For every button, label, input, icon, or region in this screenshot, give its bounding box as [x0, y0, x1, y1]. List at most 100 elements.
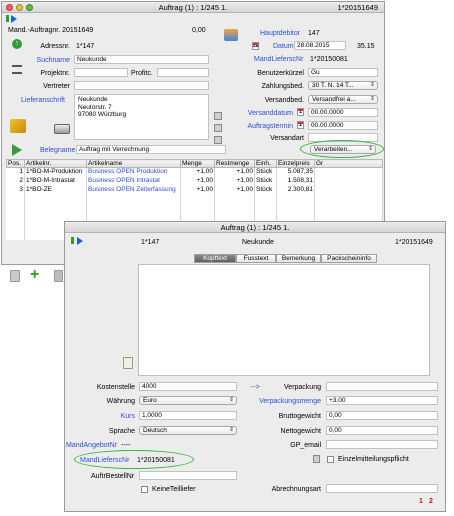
sprache-select[interactable]: Deutsch ⇕ [139, 426, 237, 435]
contact-card-icon[interactable] [224, 29, 238, 41]
tab-kopftext[interactable]: Kopftext [194, 254, 236, 263]
sprache-value: Deutsch [143, 427, 167, 434]
hauptdebitor-label[interactable]: Hauptdebitor [260, 29, 300, 38]
pencil-icon[interactable] [214, 112, 222, 120]
bruttogewicht-input[interactable]: 0,00 [326, 411, 438, 420]
lieferanschrift-label[interactable]: Lieferanschrift [21, 96, 65, 105]
zahlungsbed-value: 30 T. N. 14 T... [312, 82, 354, 89]
column-header[interactable]: Einzelpreis [276, 159, 315, 168]
close-window-button[interactable] [6, 4, 13, 11]
play-icon[interactable] [77, 237, 83, 245]
pencil-icon[interactable] [214, 124, 222, 132]
calendar-icon[interactable]: 28 [252, 42, 259, 50]
add-icon[interactable]: + [30, 267, 39, 283]
cell-einzelpreis: 5.087,35 [276, 167, 315, 177]
address-box[interactable]: Neukunde Neutorstr. 7 97080 Würzburg [74, 94, 209, 140]
verpackungsmenge-input[interactable]: +3,00 [326, 396, 438, 405]
verpackung-input[interactable] [326, 382, 438, 391]
adressnr-value: 1*147 [76, 43, 95, 50]
cell-gr [314, 185, 383, 195]
customer-nr: 1*147 [141, 239, 160, 246]
nettogewicht-label: Nettogewicht [280, 428, 321, 435]
cell-gr [314, 167, 383, 177]
table-row[interactable] [6, 194, 383, 204]
adressnr-label: Adressnr. [40, 43, 70, 50]
einzelmitteilung-label: Einzelmitteilungspflicht [338, 456, 409, 463]
play-icon[interactable] [11, 15, 17, 23]
belegname-input[interactable]: Auftrag mit Verrechnung [76, 145, 226, 154]
minimize-window-button[interactable] [16, 4, 23, 11]
table-row[interactable]: 2 1*BO-M-Intrastat Business OPEN Intrast… [6, 176, 383, 186]
keineteillief-checkbox[interactable] [141, 486, 148, 493]
cell-einzelpreis: 1.508,31 [276, 176, 315, 186]
green-bar-icon[interactable] [71, 237, 74, 244]
chevron-updown-icon: ⇕ [369, 82, 375, 88]
column-header[interactable]: Gr [314, 159, 383, 168]
info-icon[interactable]: ↑ [12, 39, 22, 49]
kostenstelle-label: Kostenstelle [96, 384, 135, 391]
cell-einzelpreis: 2.300,81 [276, 185, 315, 195]
notepad-icon[interactable] [123, 357, 133, 369]
list-icon[interactable] [12, 65, 22, 74]
zoom-window-button[interactable] [26, 4, 33, 11]
auftrbestellnr-input[interactable] [139, 471, 237, 480]
cell-artikelname: Business OPEN Intrastat [86, 176, 181, 186]
column-header[interactable]: Artikelname [86, 159, 181, 168]
verpackungsmenge-label: Verpackungsmenge [259, 398, 321, 405]
gp-email-input[interactable] [326, 440, 438, 449]
kurs-input[interactable]: 1,0000 [139, 411, 237, 420]
einzelmitteilung-checkbox[interactable] [327, 456, 334, 463]
text-editor-area[interactable] [138, 264, 430, 376]
zahlungsbed-select[interactable]: 30 T. N. 14 T... ⇕ [308, 81, 378, 90]
calendar-icon[interactable]: 1 [297, 108, 304, 116]
sprache-label: Sprache [108, 428, 135, 435]
column-header[interactable]: Pos. [6, 159, 25, 168]
pencil-icon[interactable] [214, 136, 222, 144]
column-header[interactable]: Artikelnr. [24, 159, 87, 168]
green-bar-icon[interactable] [6, 15, 9, 22]
suchname-input[interactable]: Neukunde [74, 55, 209, 64]
edit-pencil-icon[interactable] [313, 455, 320, 463]
tab-fusstext[interactable]: Fusstext [236, 254, 276, 263]
cell-restmenge: +1,00 [214, 167, 255, 177]
vertreter-input[interactable] [74, 81, 209, 90]
table-row[interactable]: 1 1*BO-M-Produktion Business OPEN Produk… [6, 167, 383, 177]
arrow-right-icon[interactable] [12, 144, 22, 156]
page-2-link[interactable]: 2 [429, 497, 433, 506]
edit-icon[interactable] [54, 270, 63, 282]
tools-icon[interactable] [10, 119, 26, 133]
cell-pos: 1 [6, 167, 25, 177]
versanddatum-input[interactable]: 00.00.0000 [308, 108, 378, 117]
abrechnungsart-label: Abrechnungsart [271, 486, 321, 493]
kostenstelle-input[interactable]: 4000 [139, 382, 237, 391]
versandbed-select[interactable]: Versandfrei a... ⇕ [308, 95, 378, 104]
calendar-icon[interactable]: 1 [297, 121, 304, 129]
tab-packscheininfo[interactable]: Packscheininfo [321, 254, 377, 263]
column-header[interactable]: Menge [180, 159, 215, 168]
column-header[interactable]: Restmenge [214, 159, 255, 168]
arrow-link[interactable]: --> [251, 383, 260, 392]
column-header[interactable]: Einh. [254, 159, 277, 168]
auftragstermin-input[interactable]: 00.00.0000 [308, 121, 378, 130]
nettogewicht-input[interactable]: 0,00 [326, 426, 438, 435]
abrechnungsart-input[interactable] [326, 484, 438, 493]
mand-auftragnr: Mand.-Auftragnr. 20151649 [8, 27, 94, 34]
mandangebotnr-label[interactable]: MandAngebotNr [66, 441, 117, 450]
table-row[interactable] [6, 203, 383, 213]
trash-icon[interactable] [10, 270, 20, 282]
benutzerkuerzel-input[interactable]: Gu [308, 68, 378, 77]
waehrung-select[interactable]: Euro ⇕ [139, 396, 237, 405]
tab-bemerkung[interactable]: Bemerkung [276, 254, 321, 263]
disk-icon[interactable] [54, 124, 70, 134]
address-line: 97080 Würzburg [78, 111, 127, 118]
zahlungsbed-label: Zahlungsbed. [261, 83, 304, 90]
profitc-input[interactable] [157, 68, 209, 77]
mandangebotnr-value: ---- [121, 442, 131, 449]
versandbed-label: Versandbed. [264, 97, 304, 104]
projektnr-input[interactable] [74, 68, 128, 77]
chevron-updown-icon: ⇕ [369, 96, 375, 102]
table-row[interactable]: 3 1*BO-ZE Business OPEN Zeiterfassung +1… [6, 185, 383, 195]
page-1-link[interactable]: 1 [419, 497, 423, 506]
belegname-label: Belegname [40, 147, 76, 154]
datum-input[interactable]: 28.08.2015 [294, 41, 346, 50]
